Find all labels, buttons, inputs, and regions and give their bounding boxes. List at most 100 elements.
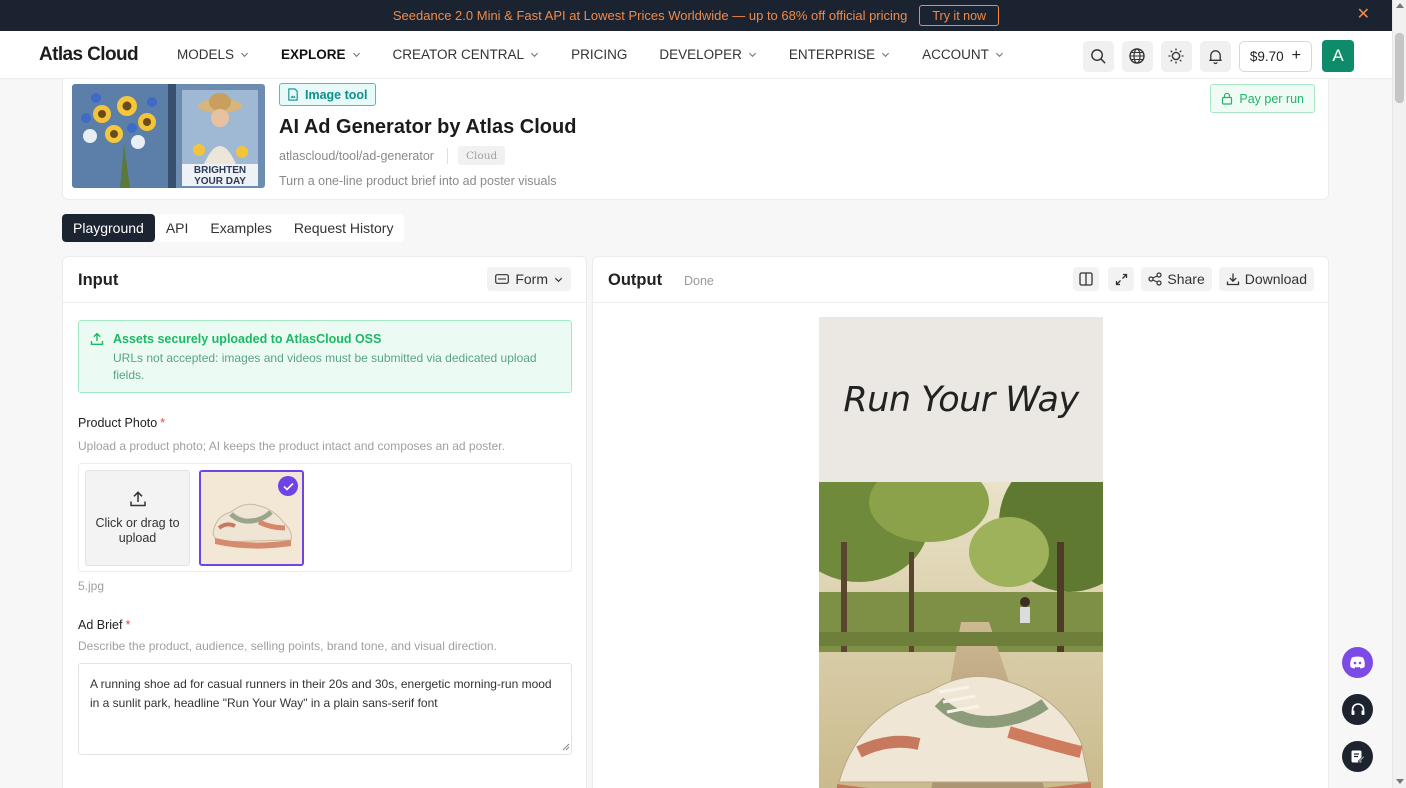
- image-file-icon: [288, 88, 298, 101]
- close-icon[interactable]: ✕: [1357, 7, 1370, 23]
- nav-item-label: ENTERPRISE: [788, 47, 876, 62]
- upload-icon: [90, 332, 104, 345]
- feedback-button[interactable]: [1342, 741, 1373, 772]
- selected-check-icon: [278, 476, 298, 496]
- upload-dropzone-label: Click or drag to upload: [95, 516, 180, 545]
- search-button[interactable]: [1082, 40, 1114, 72]
- form-mode-dropdown[interactable]: Form: [487, 267, 571, 291]
- output-status: Done: [684, 274, 714, 288]
- split-view-button[interactable]: [1073, 267, 1100, 291]
- tool-tabs: Playground API Examples Request History: [62, 214, 405, 242]
- nav-item-developer[interactable]: DEVELOPER: [659, 47, 757, 62]
- tool-description: Turn a one-line product brief into ad po…: [279, 174, 557, 188]
- language-button[interactable]: [1121, 40, 1153, 72]
- tool-thumbnail: BRIGHTEN YOUR DAY: [72, 84, 265, 188]
- chevron-down-icon: [748, 52, 756, 58]
- balance-button[interactable]: $9.70 +: [1238, 40, 1312, 72]
- thumbnail-caption-line: BRIGHTEN: [193, 165, 247, 176]
- scroll-down-arrow-icon[interactable]: [1396, 779, 1404, 784]
- scroll-up-arrow-icon[interactable]: [1396, 3, 1404, 8]
- chevron-down-icon: [531, 52, 539, 58]
- badge-label: Image tool: [305, 87, 368, 102]
- tab-examples[interactable]: Examples: [199, 214, 282, 242]
- nav-actions: $9.70 + A: [1075, 40, 1354, 72]
- tab-api[interactable]: API: [155, 214, 200, 242]
- image-tool-badge: Image tool: [279, 83, 376, 106]
- nav-item-pricing[interactable]: PRICING: [571, 47, 627, 62]
- generated-poster[interactable]: Run Your Way: [819, 317, 1103, 788]
- product-photo-label-text: Product Photo: [78, 416, 158, 430]
- pay-per-run-button[interactable]: Pay per run: [1210, 84, 1315, 113]
- promo-banner: Seedance 2.0 Mini & Fast API at Lowest P…: [0, 0, 1392, 31]
- top-navigation: Atlas Cloud MODELS EXPLORE CREATOR CENTR…: [0, 31, 1392, 79]
- discord-icon: [1350, 656, 1365, 669]
- search-icon: [1091, 48, 1106, 64]
- chevron-down-icon: [995, 52, 1003, 58]
- output-panel-header: Output Done Share Download: [593, 257, 1328, 303]
- globe-icon: [1129, 48, 1146, 64]
- nav-item-creator-central[interactable]: CREATOR CENTRAL: [393, 47, 540, 62]
- edit-note-icon: [1351, 750, 1365, 763]
- atlas-cloud-logo[interactable]: Atlas Cloud: [39, 44, 157, 66]
- tool-path: atlascloud/tool/ad-generator: [279, 149, 434, 163]
- support-button[interactable]: [1342, 694, 1373, 725]
- output-panel-title: Output: [608, 271, 663, 289]
- resize-handle-icon[interactable]: [562, 743, 570, 751]
- ad-brief-label: Ad Brief *: [78, 618, 130, 632]
- balance-amount: $9.70: [1249, 48, 1284, 64]
- sun-icon: [1168, 48, 1184, 64]
- try-it-now-button[interactable]: Try it now: [919, 5, 1000, 26]
- provider-chip: Cloud: [458, 146, 506, 165]
- form-icon: [495, 274, 510, 284]
- uploaded-filename: 5.jpg: [78, 579, 105, 593]
- chevron-down-icon: [882, 52, 890, 58]
- nav-item-account[interactable]: ACCOUNT: [922, 47, 1004, 62]
- output-panel: Output Done Share Download Run Your Way: [592, 256, 1329, 788]
- product-photo-upload-area: Click or drag to upload: [78, 463, 572, 572]
- plus-icon: +: [1291, 47, 1301, 64]
- form-mode-label: Form: [515, 271, 548, 287]
- download-label: Download: [1244, 271, 1307, 287]
- tool-header-card: BRIGHTEN YOUR DAY Image tool AI Ad Gener…: [62, 79, 1329, 200]
- notifications-button[interactable]: [1199, 40, 1231, 72]
- fullscreen-button[interactable]: [1108, 267, 1135, 291]
- nav-item-label: PRICING: [571, 47, 628, 62]
- columns-icon: [1079, 272, 1094, 286]
- output-toolbar: Share Download: [1064, 267, 1314, 291]
- nav-item-explore[interactable]: EXPLORE: [281, 47, 361, 62]
- nav-item-enterprise[interactable]: ENTERPRISE: [789, 47, 890, 62]
- ad-brief-textarea[interactable]: A running shoe ad for casual runners in …: [78, 663, 572, 755]
- tab-request-history[interactable]: Request History: [283, 214, 405, 242]
- page-title: AI Ad Generator by Atlas Cloud: [279, 116, 577, 138]
- download-button[interactable]: Download: [1218, 267, 1314, 291]
- scrollbar-thumb[interactable]: [1395, 33, 1404, 103]
- download-icon: [1226, 273, 1239, 286]
- share-icon: [1148, 272, 1162, 286]
- required-marker: *: [125, 618, 131, 632]
- input-panel: Input Form Assets securely uploaded to A…: [62, 256, 587, 788]
- bell-icon: [1209, 49, 1222, 64]
- discord-button[interactable]: [1342, 647, 1373, 678]
- theme-toggle-button[interactable]: [1160, 40, 1192, 72]
- chevron-down-icon: [240, 52, 249, 58]
- notice-text: URLs not accepted: images and videos mus…: [113, 351, 537, 382]
- nav-item-label: EXPLORE: [281, 47, 346, 62]
- upload-dropzone[interactable]: Click or drag to upload: [85, 470, 190, 566]
- share-button[interactable]: Share: [1141, 267, 1212, 291]
- required-marker: *: [160, 416, 166, 430]
- product-photo-hint: Upload a product photo; AI keeps the pro…: [78, 439, 505, 453]
- tab-playground[interactable]: Playground: [62, 214, 155, 242]
- upload-notice: Assets securely uploaded to AtlasCloud O…: [78, 320, 572, 393]
- nav-item-label: ACCOUNT: [922, 47, 989, 62]
- product-photo-thumbnail[interactable]: [199, 470, 304, 566]
- thumbnail-caption: BRIGHTEN YOUR DAY: [182, 165, 258, 187]
- input-panel-title: Input: [78, 271, 119, 289]
- promo-text: Seedance 2.0 Mini & Fast API at Lowest P…: [392, 8, 908, 23]
- page-scrollbar[interactable]: [1392, 0, 1406, 788]
- avatar[interactable]: A: [1322, 40, 1354, 72]
- nav-item-models[interactable]: MODELS: [177, 47, 249, 62]
- nav-menu: MODELS EXPLORE CREATOR CENTRAL PRICING D…: [177, 47, 1036, 62]
- poster-header: Run Your Way: [819, 317, 1103, 482]
- nav-item-label: MODELS: [177, 47, 235, 62]
- poster-photo: [819, 482, 1103, 788]
